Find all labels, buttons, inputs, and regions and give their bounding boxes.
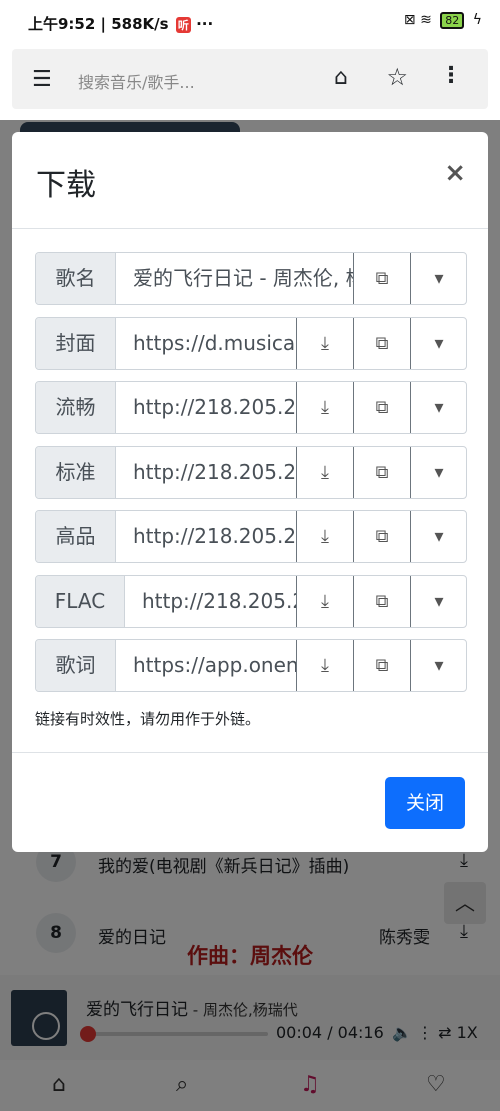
dropdown-icon[interactable]: ▾ bbox=[410, 382, 466, 433]
field-label: 流畅 bbox=[36, 382, 116, 433]
status-time: 上午9:52 bbox=[28, 15, 96, 33]
download-icon[interactable]: ⤓ bbox=[296, 576, 353, 627]
link-field-row: 歌名爱的飞行日记 - 周杰伦, 杨瑞代⧉▾ bbox=[35, 252, 467, 305]
status-speed: 588K/s bbox=[111, 15, 169, 33]
link-input[interactable]: http://218.205.239.34 bbox=[116, 447, 296, 498]
dropdown-icon[interactable]: ▾ bbox=[410, 511, 466, 562]
status-dots: ··· bbox=[196, 15, 214, 33]
status-left: 上午9:52 | 588K/s 听 ··· bbox=[28, 15, 214, 33]
dialog-note: 链接有时效性，请勿用作于外链。 bbox=[35, 710, 261, 728]
copy-icon[interactable]: ⧉ bbox=[353, 640, 410, 691]
download-icon[interactable]: ⤓ bbox=[296, 447, 353, 498]
link-field-row: 标准http://218.205.239.34⤓⧉▾ bbox=[35, 446, 467, 499]
link-field-row: 流畅http://218.205.239.34⤓⧉▾ bbox=[35, 381, 467, 434]
app-bar: ☰ 搜索音乐/歌手... ⌂ ☆ ⋮ bbox=[12, 49, 488, 109]
dropdown-icon[interactable]: ▾ bbox=[410, 318, 466, 369]
copy-icon[interactable]: ⧉ bbox=[353, 382, 410, 433]
copy-icon[interactable]: ⧉ bbox=[353, 576, 410, 627]
dropdown-icon[interactable]: ▾ bbox=[410, 447, 466, 498]
app-badge: 听 bbox=[175, 17, 191, 33]
search-input[interactable]: 搜索音乐/歌手... bbox=[78, 69, 195, 93]
field-label: 歌名 bbox=[36, 253, 116, 304]
field-label: 歌词 bbox=[36, 640, 116, 691]
link-input[interactable]: https://app.onenet.migu.cn bbox=[116, 640, 296, 691]
link-field-row: 歌词https://app.onenet.migu.cn⤓⧉▾ bbox=[35, 639, 467, 692]
field-label: 封面 bbox=[36, 318, 116, 369]
field-label: 高品 bbox=[36, 511, 116, 562]
home-icon[interactable]: ⌂ bbox=[334, 65, 348, 90]
copy-icon[interactable]: ⧉ bbox=[353, 447, 410, 498]
download-icon[interactable]: ⤓ bbox=[296, 382, 353, 433]
link-input[interactable]: http://218.205.239.34 bbox=[116, 511, 296, 562]
battery-icon: 82 bbox=[440, 12, 465, 29]
download-icon[interactable]: ⤓ bbox=[296, 511, 353, 562]
copy-icon[interactable]: ⧉ bbox=[353, 253, 410, 304]
divider bbox=[12, 752, 488, 753]
status-bar: 上午9:52 | 588K/s 听 ··· ⊠ ≋ 82 ϟ bbox=[0, 0, 500, 46]
signal-wifi-icon: ⊠ ≋ bbox=[403, 12, 432, 28]
link-field-row: 高品http://218.205.239.34⤓⧉▾ bbox=[35, 510, 467, 563]
download-dialog: 下载 × 歌名爱的飞行日记 - 周杰伦, 杨瑞代⧉▾封面https://d.mu… bbox=[12, 132, 488, 852]
charging-icon: ϟ bbox=[472, 12, 482, 28]
link-input[interactable]: 爱的飞行日记 - 周杰伦, 杨瑞代 bbox=[116, 253, 353, 304]
menu-icon[interactable]: ☰ bbox=[32, 67, 52, 92]
link-field-row: FLAChttp://218.205.239.34⤓⧉▾ bbox=[35, 575, 467, 628]
copy-icon[interactable]: ⧉ bbox=[353, 511, 410, 562]
link-input[interactable]: http://218.205.239.34 bbox=[125, 576, 296, 627]
copy-icon[interactable]: ⧉ bbox=[353, 318, 410, 369]
more-icon[interactable]: ⋮ bbox=[440, 63, 462, 88]
close-button[interactable]: 关闭 bbox=[385, 777, 465, 829]
download-icon[interactable]: ⤓ bbox=[296, 640, 353, 691]
field-label: FLAC bbox=[36, 576, 125, 627]
download-icon[interactable]: ⤓ bbox=[296, 318, 353, 369]
dropdown-icon[interactable]: ▾ bbox=[410, 253, 466, 304]
dialog-title: 下载 bbox=[36, 168, 96, 203]
link-field-row: 封面https://d.musicapp.migu.cn⤓⧉▾ bbox=[35, 317, 467, 370]
dropdown-icon[interactable]: ▾ bbox=[410, 640, 466, 691]
star-icon[interactable]: ☆ bbox=[386, 63, 408, 91]
link-input[interactable]: http://218.205.239.34 bbox=[116, 382, 296, 433]
link-input[interactable]: https://d.musicapp.migu.cn bbox=[116, 318, 296, 369]
close-icon[interactable]: × bbox=[444, 158, 466, 188]
field-label: 标准 bbox=[36, 447, 116, 498]
dropdown-icon[interactable]: ▾ bbox=[410, 576, 466, 627]
divider bbox=[12, 228, 488, 229]
status-right: ⊠ ≋ 82 ϟ bbox=[404, 12, 482, 29]
